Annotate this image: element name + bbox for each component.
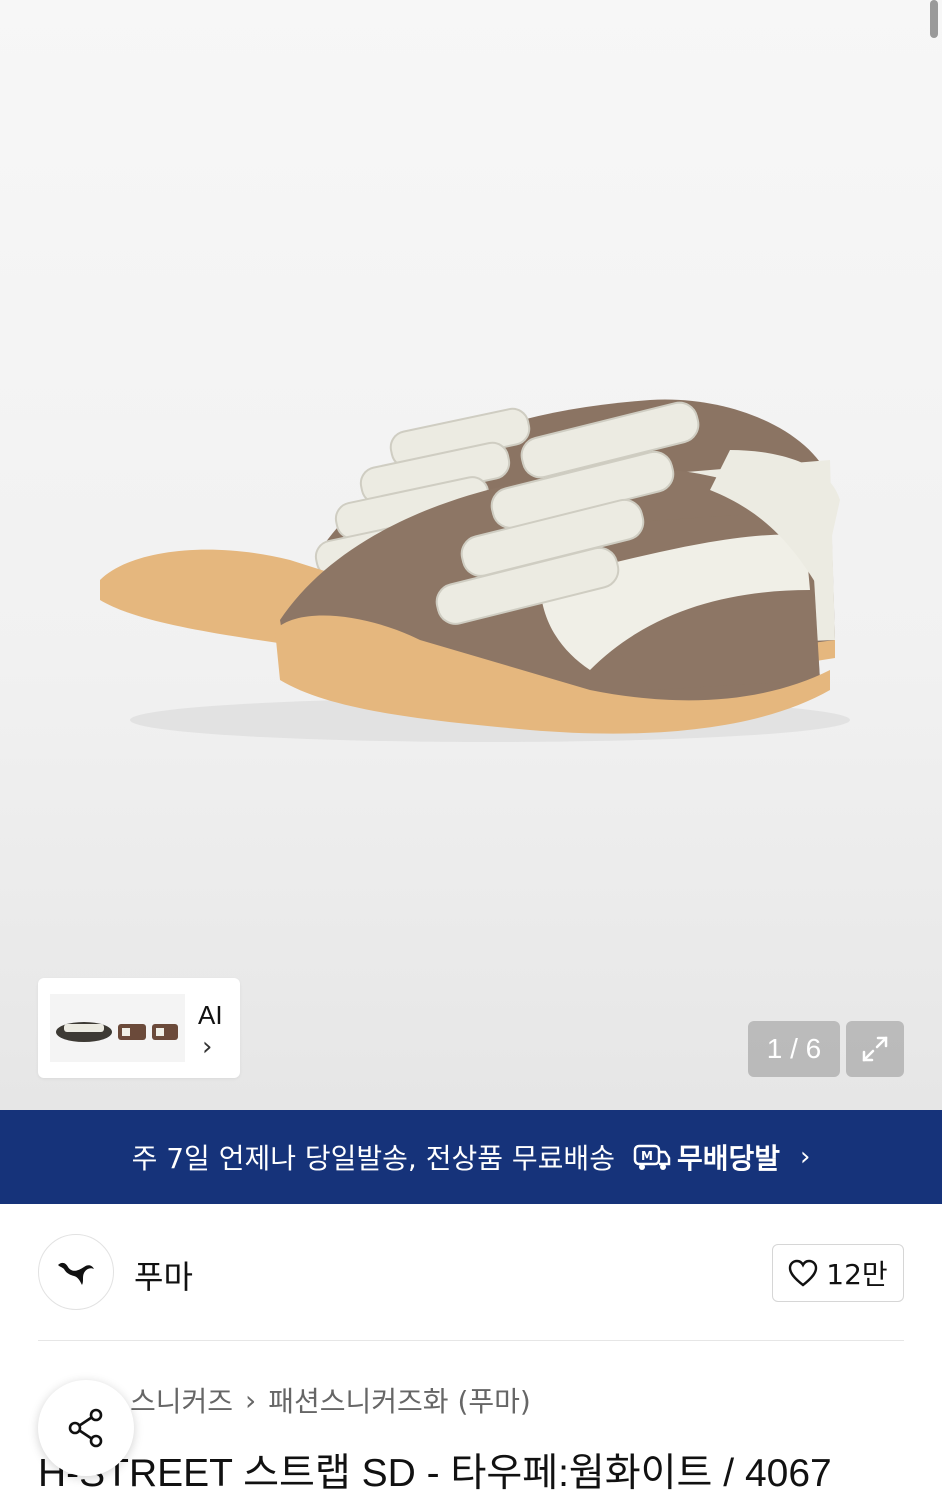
brand-name[interactable]: 푸마 — [134, 1252, 193, 1298]
product-image-gallery[interactable]: AI › 1 / 6 — [0, 0, 942, 1110]
like-button[interactable]: 12만 — [772, 1244, 904, 1302]
puma-logo-icon — [58, 1262, 94, 1285]
share-icon — [68, 1408, 103, 1448]
expand-button[interactable] — [846, 1021, 904, 1077]
breadcrumb-item-sneakers[interactable]: 스니커즈 — [130, 1380, 233, 1420]
delivery-logo: M 무배당발 — [633, 1137, 780, 1177]
scrollbar[interactable] — [930, 0, 938, 38]
banner-text: 주 7일 언제나 당일발송, 전상품 무료배송 — [131, 1142, 615, 1175]
product-image — [100, 399, 850, 742]
expand-icon — [862, 1036, 888, 1062]
breadcrumb-item-fashion-sneakers[interactable]: 패션스니커즈화 (푸마) — [268, 1380, 531, 1420]
delivery-logo-text: 무배당발 — [676, 1142, 781, 1175]
chevron-right-icon[interactable]: › — [202, 1032, 212, 1062]
heart-icon — [789, 1259, 818, 1287]
divider — [38, 1340, 904, 1341]
like-count: 12만 — [826, 1258, 888, 1291]
share-button[interactable] — [38, 1380, 134, 1476]
thumbnail-image — [50, 994, 185, 1062]
chevron-right-icon: › — [800, 1142, 811, 1172]
product-title: H-STREET 스트랩 SD - 타우페:웜화이트 / 4067 — [38, 1452, 832, 1495]
image-counter: 1 / 6 — [748, 1021, 840, 1077]
free-shipping-banner[interactable]: 주 7일 언제나 당일발송, 전상품 무료배송 M 무배당발 › — [0, 1110, 942, 1204]
ai-label: AI — [198, 1000, 223, 1030]
brand-avatar[interactable] — [38, 1234, 114, 1310]
chevron-right-icon: › — [245, 1383, 257, 1417]
svg-text:M: M — [641, 1149, 653, 1163]
delivery-truck-icon: M — [633, 1144, 671, 1170]
